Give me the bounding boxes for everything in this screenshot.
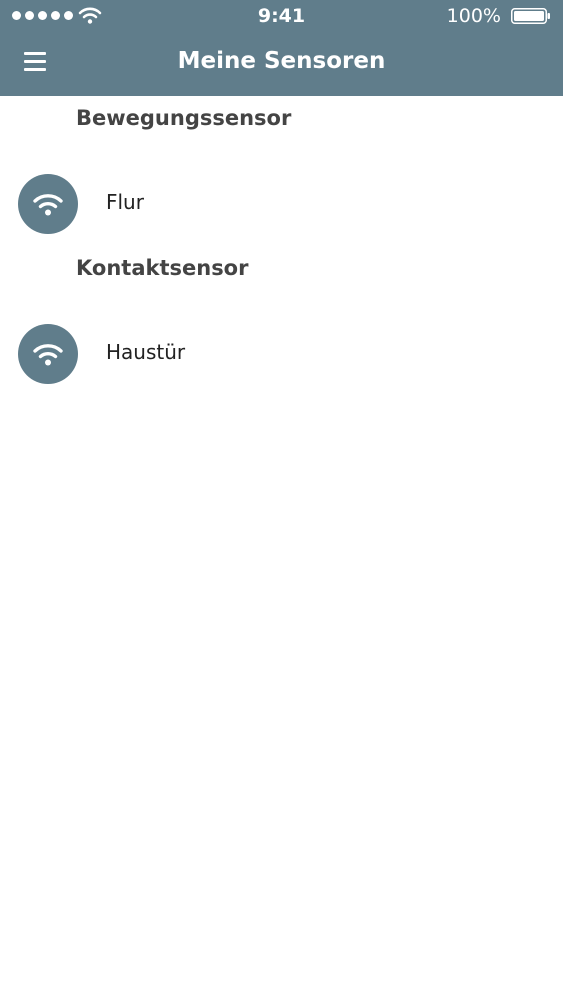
- app-header: 9:41 100% Meine Sensoren: [0, 0, 563, 96]
- sensor-label: Haustür: [106, 340, 186, 364]
- sensor-item-haustuer[interactable]: Haustür: [0, 290, 563, 396]
- status-bar: 9:41 100%: [0, 0, 563, 32]
- page-title: Meine Sensoren: [177, 48, 386, 74]
- sensor-list: Bewegungssensor Flur Kontaktsensor Haust…: [0, 96, 563, 396]
- battery-percent: 100%: [446, 5, 501, 27]
- battery-icon: [511, 8, 550, 24]
- sensor-item-flur[interactable]: Flur: [0, 140, 563, 246]
- app-screen: 9:41 100% Meine Sensoren Bewegungssensor: [0, 0, 563, 1000]
- section-header: Bewegungssensor: [76, 106, 292, 130]
- section-kontaktsensor: Kontaktsensor Haustür: [0, 246, 563, 396]
- navigation-bar: Meine Sensoren: [0, 32, 563, 96]
- sensor-label: Flur: [106, 190, 144, 214]
- wifi-icon: [18, 324, 78, 384]
- section-header: Kontaktsensor: [76, 256, 249, 280]
- wifi-icon: [18, 174, 78, 234]
- section-bewegungssensor: Bewegungssensor Flur: [0, 96, 563, 246]
